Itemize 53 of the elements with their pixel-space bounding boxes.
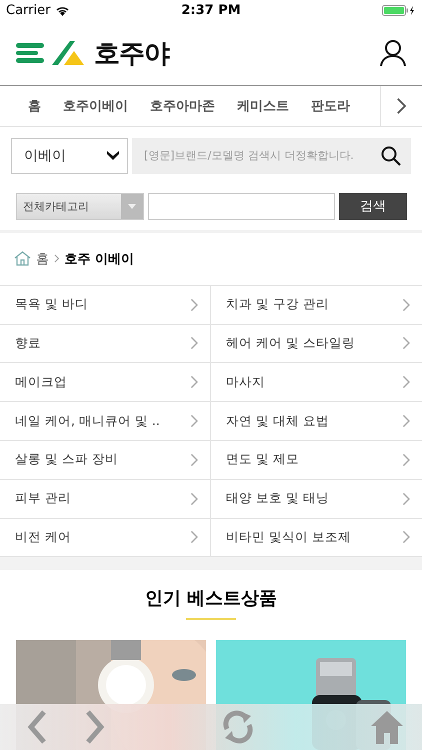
- category-item[interactable]: 살롱 및 스파 장비: [0, 440, 211, 480]
- search-field[interactable]: [영문]브랜드/모델명 검색시 더정확합니다.: [142, 148, 381, 164]
- input-field[interactable]: [148, 192, 335, 220]
- chevron-right-icon: [402, 530, 410, 544]
- menu-icon[interactable]: [16, 41, 44, 66]
- nav-tab[interactable]: 케미스트: [233, 86, 293, 126]
- store-dropdown[interactable]: 이베이: [11, 138, 128, 174]
- chevron-right-icon: [402, 298, 410, 312]
- logo-text: 호주야: [94, 38, 169, 71]
- breadcrumb-home[interactable]: 홈: [36, 250, 49, 268]
- category-item[interactable]: 향료: [0, 324, 211, 364]
- chevron-right-icon: [402, 452, 410, 467]
- category-item[interactable]: 목욕 및 바디: [0, 286, 211, 325]
- nav-tab[interactable]: 판도라: [307, 86, 354, 126]
- chevron-right-icon: [190, 336, 198, 350]
- status-time: 2:37 PM: [181, 3, 241, 18]
- nav-tab[interactable]: 호주아마존: [146, 86, 219, 126]
- nav-tab[interactable]: 호주이베이: [59, 86, 132, 126]
- chevron-right-icon: [402, 375, 410, 390]
- chevron-right-icon: [396, 97, 407, 116]
- refresh-button[interactable]: [222, 710, 254, 744]
- chevron-right-icon: [190, 414, 198, 428]
- carrier-label: Carrier: [6, 3, 50, 18]
- logo-icon: [52, 40, 86, 66]
- category-item[interactable]: 비전 케어: [0, 518, 211, 558]
- chevron-right-icon: [190, 530, 198, 544]
- user-icon[interactable]: [380, 39, 406, 68]
- search-button[interactable]: 검색: [339, 192, 407, 220]
- dropdown-icon: [128, 204, 136, 209]
- battery-icon: [382, 5, 416, 16]
- category-item[interactable]: 피부 관리: [0, 480, 211, 519]
- chevron-right-icon: [54, 254, 60, 264]
- chevron-right-icon: [190, 375, 198, 390]
- chevron-right-icon: [402, 336, 410, 350]
- section-title: 인기 베스트상품: [144, 587, 278, 610]
- nav-tab[interactable]: 홈: [24, 86, 45, 126]
- dropdown-icon: [107, 151, 119, 160]
- category-item[interactable]: 네일 케어, 매니큐어 및 ..: [0, 402, 211, 441]
- category-item[interactable]: 메이크업: [0, 363, 211, 402]
- search-bar[interactable]: [영문]브랜드/모델명 검색시 더정확합니다.: [132, 138, 411, 174]
- breadcrumb-current: 호주 이베이: [64, 250, 134, 268]
- chevron-right-icon: [190, 452, 198, 467]
- chevron-right-icon: [190, 492, 198, 506]
- category-dropdown[interactable]: 전체카테고리: [16, 192, 144, 220]
- wifi-icon: [55, 5, 70, 16]
- home-icon[interactable]: [14, 251, 31, 266]
- back-button[interactable]: [26, 710, 48, 744]
- forward-button[interactable]: [84, 710, 106, 744]
- chevron-right-icon: [402, 492, 410, 506]
- home-button[interactable]: [370, 710, 404, 744]
- chevron-right-icon: [190, 298, 198, 312]
- chevron-right-icon: [402, 414, 410, 428]
- search-icon[interactable]: [381, 146, 401, 166]
